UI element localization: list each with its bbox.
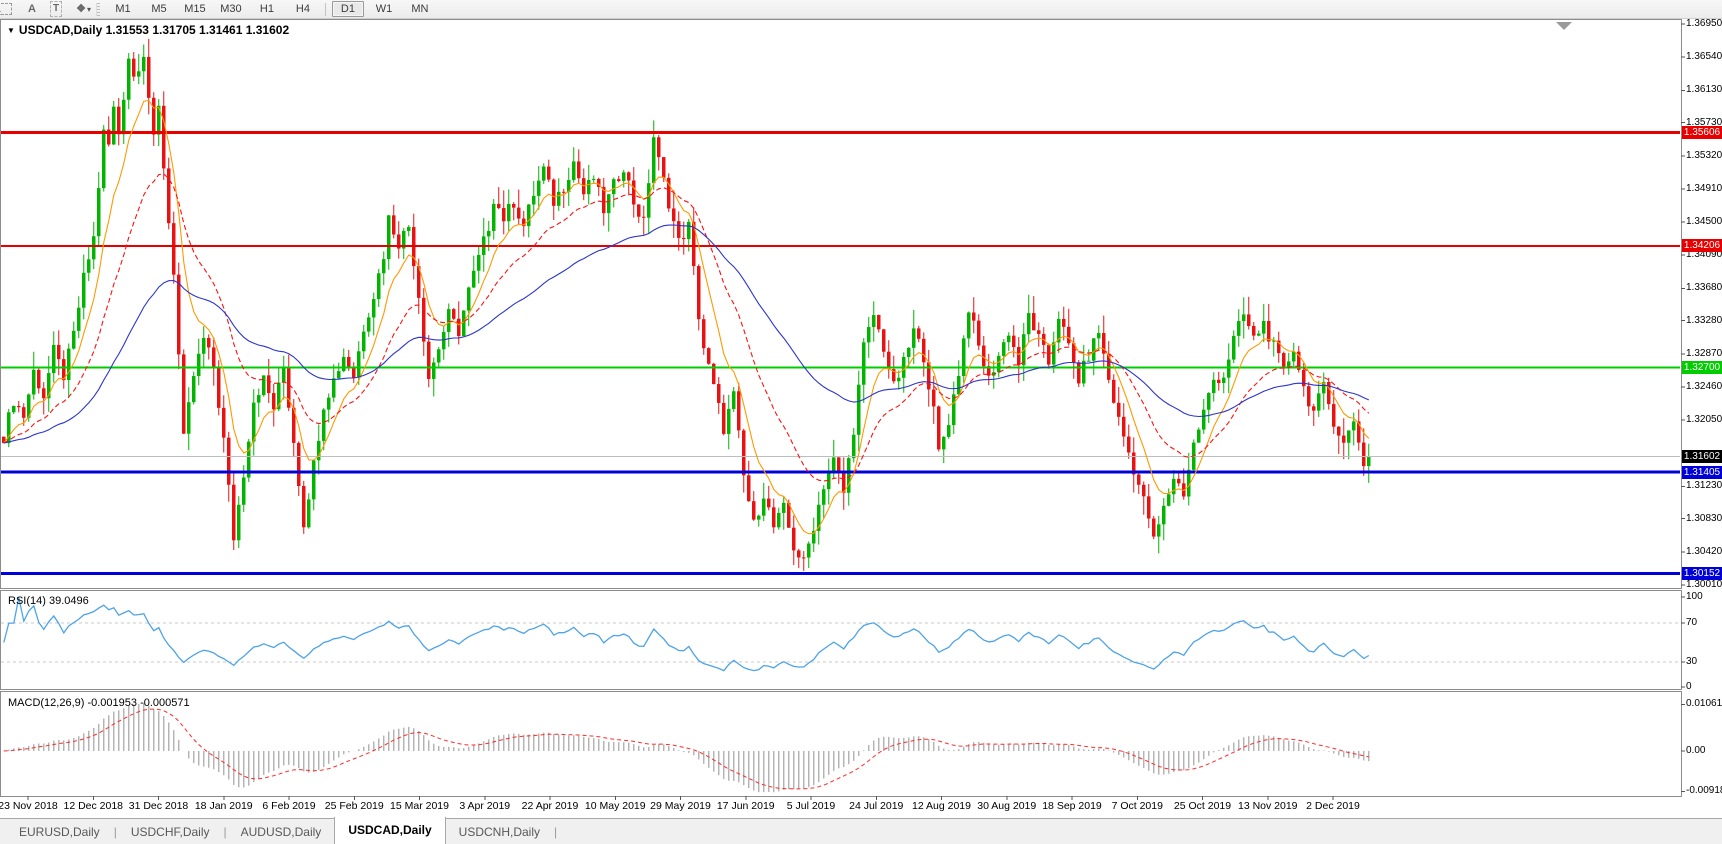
main-panel[interactable] <box>0 19 1682 589</box>
toolbar: F A T ❖ ▾ M1 M5 M15 M30 H1 H4 D1 W1 MN <box>0 0 1722 19</box>
macd-label: MACD(12,26,9) -0.001953 -0.000571 <box>8 697 190 709</box>
date-tick-label: 12 Dec 2018 <box>63 800 124 812</box>
date-tick-label: 5 Jul 2019 <box>786 800 836 812</box>
collapse-arrow-icon[interactable]: ▼ <box>7 26 15 35</box>
price-badge-1.32700: 1.32700 <box>1682 361 1722 375</box>
date-tick-label: 3 Apr 2019 <box>459 800 511 812</box>
date-tick-label: 30 Aug 2019 <box>977 800 1037 812</box>
date-tick-label: 2 Dec 2019 <box>1306 800 1360 812</box>
price-axis-label: 1.34500 <box>1686 216 1722 228</box>
chart-title: ▼ USDCAD,Daily 1.31553 1.31705 1.31461 1.… <box>7 23 289 37</box>
tab-eurusd-daily[interactable]: EURUSD,Daily <box>6 820 113 844</box>
macd-axis-label: 0.010615 <box>1686 698 1722 710</box>
price-badge-1.31405: 1.31405 <box>1682 465 1722 479</box>
price-axis-label: 1.34910 <box>1686 182 1722 194</box>
date-tick-label: 23 Nov 2018 <box>0 800 58 812</box>
price-axis-label: 1.33280 <box>1686 314 1722 326</box>
timeframe-mn-button[interactable]: MN <box>404 1 436 17</box>
date-tick-label: 25 Oct 2019 <box>1173 800 1232 812</box>
price-axis-label: 1.30830 <box>1686 512 1722 524</box>
rsi-axis-label: 100 <box>1686 591 1703 602</box>
chart-canvas[interactable] <box>0 0 1722 843</box>
price-badge-1.34206: 1.34206 <box>1682 239 1722 253</box>
price-badge-1.30152: 1.30152 <box>1682 567 1722 581</box>
timeframe-m30-button[interactable]: M30 <box>215 1 247 17</box>
tab-usdcad-daily[interactable]: USDCAD,Daily <box>334 817 446 844</box>
styles-caret-icon[interactable]: ▾ <box>87 5 91 14</box>
timeframe-m15-button[interactable]: M15 <box>179 1 211 17</box>
date-tick-label: 18 Jan 2019 <box>194 800 253 812</box>
price-axis-label: 1.31230 <box>1686 480 1722 492</box>
price-axis-label: 1.32870 <box>1686 347 1722 359</box>
price-axis-label: 1.32460 <box>1686 380 1722 392</box>
date-tick-label: 18 Sep 2019 <box>1042 800 1102 812</box>
text-box-icon[interactable]: T <box>49 1 63 17</box>
price-badge-1.35606: 1.35606 <box>1682 126 1722 140</box>
price-axis-label: 1.32050 <box>1686 414 1722 426</box>
date-tick-label: 13 Nov 2019 <box>1237 800 1298 812</box>
price-axis-label: 1.30420 <box>1686 545 1722 557</box>
date-tick-label: 15 Mar 2019 <box>390 800 449 812</box>
timeframe-m1-button[interactable]: M1 <box>107 1 139 17</box>
macd-panel[interactable] <box>0 691 1682 797</box>
rsi-label: RSI(14) 39.0496 <box>8 595 89 607</box>
chart-title-text: USDCAD,Daily 1.31553 1.31705 1.31461 1.3… <box>18 23 290 37</box>
styles-icon[interactable]: ❖ <box>76 2 86 16</box>
price-axis-label: 1.35320 <box>1686 149 1722 161</box>
price-badge-1.31602: 1.31602 <box>1682 449 1722 463</box>
tab-usdcnh-daily[interactable]: USDCNH,Daily <box>446 820 553 844</box>
date-tick-label: 31 Dec 2018 <box>128 800 189 812</box>
macd-axis-label: 0.00 <box>1686 745 1706 756</box>
timeframe-h1-button[interactable]: H1 <box>251 1 283 17</box>
price-axis-label: 1.36950 <box>1686 18 1722 29</box>
timeframe-h4-button[interactable]: H4 <box>287 1 319 17</box>
tab-separator: | <box>554 824 558 839</box>
text-label-icon[interactable]: A <box>28 2 36 16</box>
date-tick-label: 17 Jun 2019 <box>716 800 775 812</box>
rsi-axis-label: 0 <box>1686 681 1692 692</box>
toolbar-grip <box>95 2 100 16</box>
timeframe-d1-button[interactable]: D1 <box>331 1 364 17</box>
tab-usdchf-daily[interactable]: USDCHF,Daily <box>118 820 223 844</box>
chart-tab-bar: EURUSD,Daily | USDCHF,Daily | AUDUSD,Dai… <box>0 817 1722 844</box>
frame-tool-icon[interactable]: F <box>0 3 12 19</box>
rsi-panel[interactable] <box>0 590 1682 690</box>
price-axis-label: 1.36540 <box>1686 51 1722 63</box>
price-axis-label: 1.33680 <box>1686 282 1722 294</box>
rsi-axis-label: 70 <box>1686 617 1698 629</box>
date-tick-label: 24 Jul 2019 <box>849 800 904 812</box>
timeframe-m5-button[interactable]: M5 <box>143 1 175 17</box>
date-tick-label: 10 May 2019 <box>584 800 646 812</box>
macd-axis-label: -0.00918 <box>1686 785 1722 797</box>
price-axis-label: 1.36130 <box>1686 84 1722 96</box>
date-tick-label: 12 Aug 2019 <box>912 800 971 812</box>
tab-audusd-daily[interactable]: AUDUSD,Daily <box>228 820 335 844</box>
date-tick-label: 6 Feb 2019 <box>262 800 316 812</box>
timeframe-w1-button[interactable]: W1 <box>368 1 400 17</box>
date-tick-label: 29 May 2019 <box>650 800 711 812</box>
rsi-axis-label: 30 <box>1686 655 1698 667</box>
price-axis-label: 1.30010 <box>1686 579 1722 590</box>
date-tick-label: 22 Apr 2019 <box>521 800 579 812</box>
date-tick-label: 7 Oct 2019 <box>1111 800 1163 812</box>
toolbar-separator <box>324 2 326 16</box>
date-tick-label: 25 Feb 2019 <box>324 800 384 812</box>
